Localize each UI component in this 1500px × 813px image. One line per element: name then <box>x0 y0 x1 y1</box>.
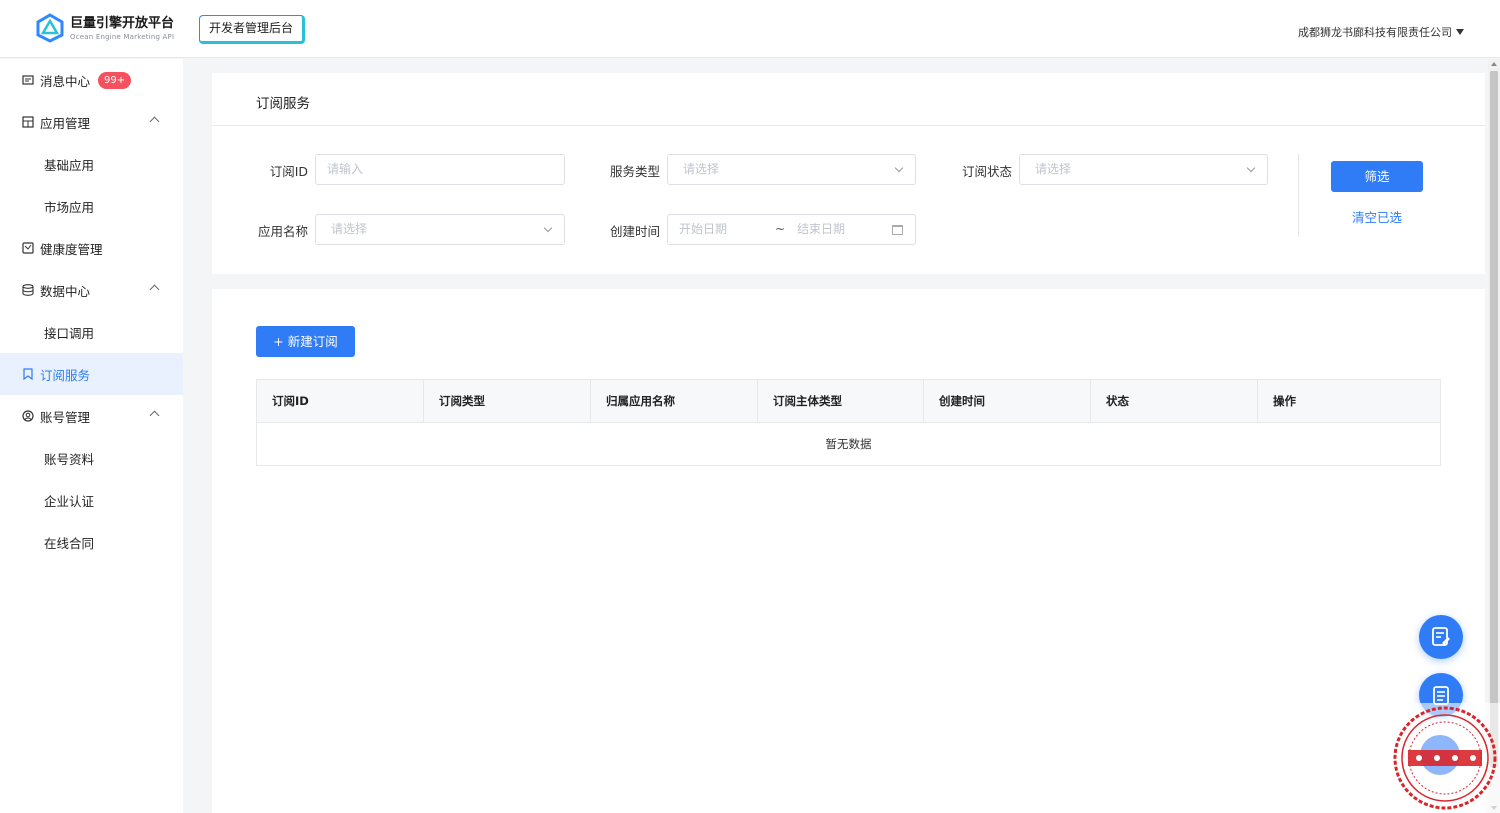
sidebar-item-account-info[interactable]: 账号资料 <box>0 437 183 479</box>
sub-id-label: 订阅ID <box>269 164 308 179</box>
sidebar-item-label: 企业认证 <box>44 493 95 509</box>
database-icon <box>22 284 34 296</box>
sidebar-item-account-management[interactable]: 账号管理 <box>0 395 183 437</box>
logo-subtitle: Ocean Engine Marketing API <box>70 32 175 41</box>
scrollbar-thumb[interactable] <box>1490 71 1498 767</box>
sidebar-item-label: 应用管理 <box>40 115 91 131</box>
new-subscription-button[interactable]: + 新建订阅 <box>256 326 355 357</box>
sidebar-item-label: 基础应用 <box>44 157 95 173</box>
calendar-icon <box>892 225 903 235</box>
sidebar-item-app-management[interactable]: 应用管理 <box>0 101 183 143</box>
sidebar-item-basic-apps[interactable]: 基础应用 <box>0 143 183 185</box>
start-date-input[interactable]: 开始日期 <box>679 222 727 236</box>
column-header: 操作 <box>1273 394 1296 408</box>
logo-title: 巨量引擎开放平台 <box>70 15 175 31</box>
sidebar-item-label: 健康度管理 <box>40 241 103 257</box>
sidebar-item-subscriptions[interactable]: 订阅服务 <box>0 353 183 395</box>
end-date-input[interactable]: 结束日期 <box>797 215 845 244</box>
sidebar-item-api-calls[interactable]: 接口调用 <box>0 311 183 353</box>
feedback-fab[interactable] <box>1419 615 1463 659</box>
red-seal-stamp-icon <box>1390 703 1500 813</box>
sub-status-placeholder: 请选择 <box>1035 162 1072 176</box>
column-header: 订阅类型 <box>424 380 591 422</box>
divider <box>212 125 1485 126</box>
company-name: 成都狮龙书廊科技有限责任公司 <box>1298 26 1452 39</box>
sidebar-item-label: 接口调用 <box>44 325 95 341</box>
table-header: 订阅ID 订阅类型 归属应用名称 订阅主体类型 创建时间 状态 操作 <box>257 380 1440 423</box>
sidebar-item-data-center[interactable]: 数据中心 <box>0 269 183 311</box>
date-separator: ~ <box>775 222 786 236</box>
sidebar-item-label: 消息中心 <box>40 73 91 89</box>
sidebar-item-market-apps[interactable]: 市场应用 <box>0 185 183 227</box>
sidebar-item-health[interactable]: 健康度管理 <box>0 227 183 269</box>
chevron-down-icon <box>543 223 553 233</box>
page-title: 订阅服务 <box>256 96 310 112</box>
sidebar-item-online-contract[interactable]: 在线合同 <box>0 521 183 563</box>
top-header: 巨量引擎开放平台 Ocean Engine Marketing API 开发者管… <box>0 0 1500 58</box>
column-header: 状态 <box>1091 380 1258 422</box>
column-header: 订阅主体类型 <box>758 380 924 422</box>
divider <box>1298 154 1299 237</box>
column-header: 归属应用名称 <box>591 380 758 422</box>
scroll-up-arrow-icon[interactable] <box>1491 62 1497 66</box>
clear-selection-link[interactable]: 清空已选 <box>1352 207 1402 226</box>
subscription-table: 订阅ID 订阅类型 归属应用名称 订阅主体类型 创建时间 状态 操作 暂无数据 <box>256 379 1441 466</box>
edit-document-icon <box>1432 627 1450 646</box>
column-header: 创建时间 <box>924 380 1091 422</box>
app-name-label: 应用名称 <box>257 224 308 239</box>
message-icon <box>22 75 34 85</box>
health-icon <box>22 242 34 254</box>
column-header: 订阅ID <box>257 380 424 422</box>
filter-card: 订阅服务 订阅ID 请输入 服务类型 请选择 订阅状态 请选择 应用名称 请选择… <box>212 73 1485 274</box>
chevron-up-icon <box>149 284 160 295</box>
service-type-label: 服务类型 <box>609 164 660 179</box>
date-range-picker[interactable]: 开始日期 ~ 结束日期 <box>667 214 916 245</box>
service-type-placeholder: 请选择 <box>683 162 720 176</box>
chevron-down-icon <box>894 163 904 173</box>
sidebar-item-label: 市场应用 <box>44 199 95 215</box>
logo[interactable]: 巨量引擎开放平台 Ocean Engine Marketing API <box>36 13 174 43</box>
caret-down-icon <box>1456 29 1464 35</box>
message-count-badge: 99+ <box>98 71 132 89</box>
filter-button[interactable]: 筛选 <box>1331 161 1423 192</box>
app-name-select[interactable]: 请选择 <box>315 214 565 245</box>
company-dropdown[interactable]: 成都狮龙书廊科技有限责任公司 <box>1298 24 1464 40</box>
ocean-engine-logo-icon <box>36 13 64 43</box>
app-icon <box>22 116 34 128</box>
chevron-up-icon <box>149 116 160 127</box>
app-name-placeholder: 请选择 <box>331 222 368 236</box>
sidebar-item-label: 订阅服务 <box>40 367 91 383</box>
sub-status-label: 订阅状态 <box>961 164 1012 179</box>
sub-status-select[interactable]: 请选择 <box>1019 154 1268 185</box>
subscription-list-card: + 新建订阅 订阅ID 订阅类型 归属应用名称 订阅主体类型 创建时间 状态 操… <box>212 289 1485 813</box>
sidebar-item-messages[interactable]: 消息中心 99+ <box>0 59 183 101</box>
sub-id-input[interactable]: 请输入 <box>315 154 565 185</box>
chevron-up-icon <box>149 410 160 421</box>
created-time-label: 创建时间 <box>609 224 660 239</box>
sidebar-item-label: 在线合同 <box>44 535 95 551</box>
sidebar: 消息中心 99+ 应用管理 基础应用 市场应用 健康度管理 数据中心 接口调用 … <box>0 59 183 813</box>
sidebar-item-label: 账号资料 <box>44 451 95 467</box>
sidebar-item-label: 账号管理 <box>40 409 91 425</box>
vertical-scrollbar[interactable] <box>1488 59 1500 813</box>
console-badge[interactable]: 开发者管理后台 <box>199 15 306 44</box>
sidebar-item-enterprise-verification[interactable]: 企业认证 <box>0 479 183 521</box>
service-type-select[interactable]: 请选择 <box>667 154 916 185</box>
chevron-down-icon <box>1246 163 1256 173</box>
bookmark-icon <box>23 368 33 380</box>
sidebar-item-label: 数据中心 <box>40 283 91 299</box>
account-icon <box>22 410 34 422</box>
empty-state-text: 暂无数据 <box>825 437 872 451</box>
